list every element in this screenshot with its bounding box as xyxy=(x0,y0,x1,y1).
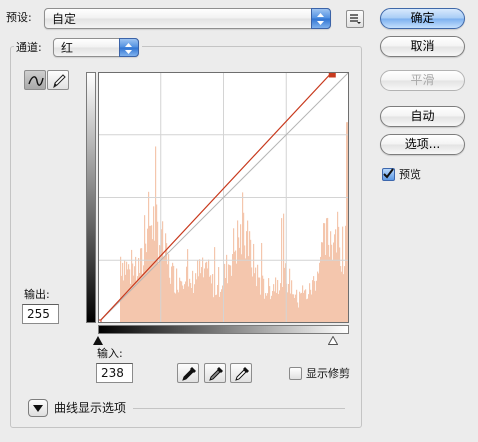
channel-select[interactable]: 红 xyxy=(53,38,139,57)
black-point-slider[interactable] xyxy=(93,336,103,345)
preset-select[interactable]: 自定 xyxy=(44,8,331,29)
channel-value: 红 xyxy=(61,41,74,55)
smooth-button[interactable]: 平滑 xyxy=(380,70,465,91)
input-field[interactable]: 238 xyxy=(96,363,133,383)
show-clipping-label: 显示修剪 xyxy=(306,367,350,380)
preset-menu-button[interactable] xyxy=(346,10,364,28)
output-gradient-bar xyxy=(86,72,96,323)
preset-value: 自定 xyxy=(52,12,77,26)
checkmark-icon xyxy=(383,168,394,179)
channel-select-arrows-icon xyxy=(119,38,139,57)
output-field[interactable]: 255 xyxy=(22,304,59,324)
preset-menu-icon xyxy=(350,14,361,24)
curve-graph[interactable] xyxy=(98,72,349,323)
white-point-eyedropper[interactable] xyxy=(230,363,252,383)
input-gradient-bar xyxy=(98,325,349,334)
preset-label: 预设: xyxy=(6,11,32,24)
show-clipping-checkbox[interactable] xyxy=(289,367,302,380)
black-point-eyedropper[interactable] xyxy=(177,363,199,383)
auto-button[interactable]: 自动 xyxy=(380,106,465,127)
curve-tool-icon xyxy=(28,76,44,86)
gray-point-eyedropper[interactable] xyxy=(204,363,226,383)
gray-eyedropper-icon xyxy=(209,367,223,381)
output-label: 输出: xyxy=(24,288,50,301)
cancel-button[interactable]: 取消 xyxy=(380,36,465,57)
preview-label: 预览 xyxy=(399,168,421,181)
preview-checkbox[interactable] xyxy=(382,168,395,181)
curve-display-options-divider xyxy=(133,408,345,409)
curve-display-options-toggle[interactable] xyxy=(28,399,48,417)
pencil-icon xyxy=(53,74,66,89)
preset-select-arrows-icon xyxy=(311,8,331,29)
ok-button[interactable]: 确定 xyxy=(380,8,465,29)
curve-point-tool[interactable] xyxy=(24,70,46,90)
white-point-slider[interactable] xyxy=(328,336,338,345)
black-eyedropper-icon xyxy=(182,367,196,381)
pencil-tool[interactable] xyxy=(47,70,69,90)
channel-label: 通道: xyxy=(16,41,42,54)
white-eyedropper-icon xyxy=(235,367,249,381)
curve-display-options-label: 曲线显示选项 xyxy=(54,401,127,415)
input-label: 输入: xyxy=(97,347,123,360)
options-button[interactable]: 选项... xyxy=(380,134,465,155)
disclosure-triangle-icon xyxy=(33,405,43,412)
